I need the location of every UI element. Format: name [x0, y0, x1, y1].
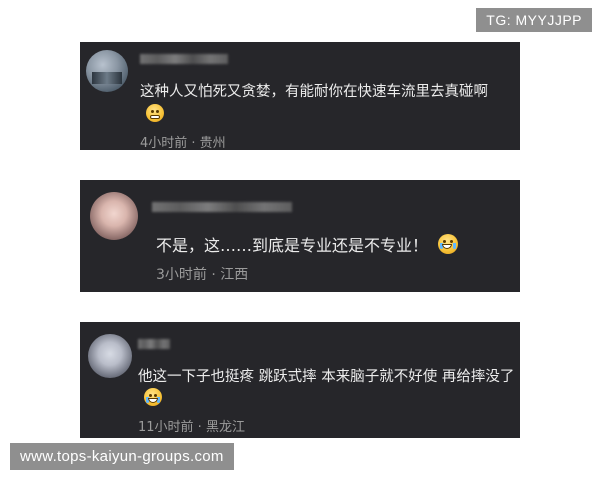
- comment-text: 不是，这……到底是专业还是不专业！: [156, 232, 459, 256]
- tears-of-joy-emoji-icon: [438, 234, 459, 254]
- comment-card: 不是，这……到底是专业还是不专业！ 3小时前 · 江西: [80, 180, 520, 292]
- avatar[interactable]: [86, 50, 128, 92]
- url-watermark: www.tops-kaiyun-groups.com: [10, 443, 234, 470]
- username-blurred[interactable]: [152, 202, 292, 212]
- username-blurred[interactable]: [138, 339, 170, 349]
- avatar[interactable]: [90, 192, 138, 240]
- comment-card: 这种人又怕死又贪婪，有能耐你在快速车流里去真碰啊 4小时前 · 贵州: [80, 42, 520, 151]
- avatar[interactable]: [88, 334, 132, 378]
- comment-body: 他这一下子也挺疼 跳跃式摔 本来脑子就不好使 再给摔没了: [138, 369, 515, 385]
- comment-text: 他这一下子也挺疼 跳跃式摔 本来脑子就不好使 再给摔没了: [138, 366, 518, 410]
- comment-text: 这种人又怕死又贪婪，有能耐你在快速车流里去真碰啊: [140, 80, 488, 101]
- tg-watermark: TG: MYYJJPP: [476, 8, 592, 32]
- laughing-emoji-icon: [144, 388, 162, 406]
- comment-meta: 11小时前 · 黑龙江: [138, 420, 245, 435]
- comment-body: 这种人又怕死又贪婪，有能耐你在快速车流里去真碰啊: [140, 84, 488, 100]
- grimace-emoji-icon: [146, 104, 164, 122]
- comment-meta: 3小时前 · 江西: [156, 267, 249, 283]
- comment-card: 他这一下子也挺疼 跳跃式摔 本来脑子就不好使 再给摔没了 11小时前 · 黑龙江: [80, 322, 520, 438]
- comment-body: 不是，这……到底是专业还是不专业！: [156, 236, 429, 255]
- comment-meta: 4小时前 · 贵州: [140, 136, 226, 151]
- username-blurred[interactable]: [140, 54, 228, 64]
